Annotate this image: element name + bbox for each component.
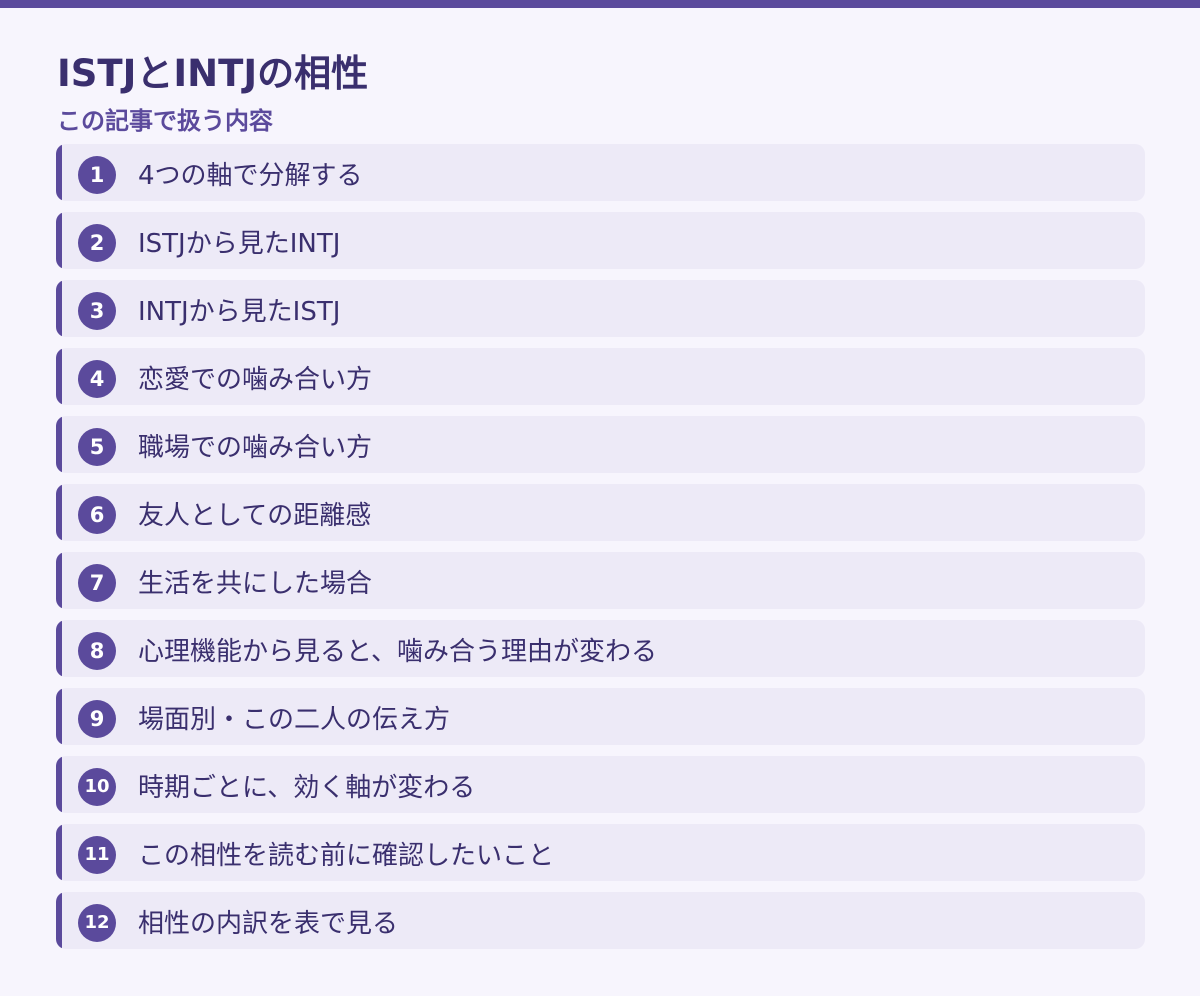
- toc-item-10[interactable]: 10 時期ごとに、効く軸が変わる: [56, 756, 1145, 813]
- toc-item-4[interactable]: 4 恋愛での噛み合い方: [56, 348, 1145, 405]
- toc-item-number: 6: [78, 496, 116, 534]
- toc-item-number: 5: [78, 428, 116, 466]
- toc-item-accent: [56, 416, 62, 473]
- toc-item-3[interactable]: 3 INTJから見たISTJ: [56, 280, 1145, 337]
- toc-item-label: 相性の内訳を表で見る: [138, 909, 399, 939]
- toc-item-number: 4: [78, 360, 116, 398]
- toc-item-accent: [56, 892, 62, 949]
- toc-item-number: 11: [78, 836, 116, 874]
- toc-item-6[interactable]: 6 友人としての距離感: [56, 484, 1145, 541]
- toc-item-label: この相性を読む前に確認したいこと: [138, 841, 555, 871]
- toc-item-label: 職場での噛み合い方: [138, 433, 373, 463]
- toc-item-9[interactable]: 9 場面別・この二人の伝え方: [56, 688, 1145, 745]
- section-subtitle: この記事で扱う内容: [57, 107, 273, 135]
- toc-item-5[interactable]: 5 職場での噛み合い方: [56, 416, 1145, 473]
- page-title: ISTJとINTJの相性: [57, 52, 369, 95]
- toc-item-accent: [56, 824, 62, 881]
- toc-item-label: 恋愛での噛み合い方: [138, 365, 373, 395]
- toc-item-number: 12: [78, 904, 116, 942]
- toc-item-label: ISTJから見たINTJ: [138, 229, 341, 259]
- table-of-contents: 1 4つの軸で分解する 2 ISTJから見たINTJ 3 INTJから見たIST…: [56, 144, 1145, 960]
- toc-item-label: 心理機能から見ると、噛み合う理由が変わる: [138, 637, 657, 667]
- toc-item-accent: [56, 620, 62, 677]
- toc-item-accent: [56, 688, 62, 745]
- toc-item-label: 4つの軸で分解する: [138, 161, 363, 191]
- toc-item-label: INTJから見たISTJ: [138, 297, 341, 327]
- toc-item-number: 1: [78, 156, 116, 194]
- toc-item-7[interactable]: 7 生活を共にした場合: [56, 552, 1145, 609]
- toc-item-label: 時期ごとに、効く軸が変わる: [138, 773, 476, 803]
- toc-item-number: 7: [78, 564, 116, 602]
- toc-item-11[interactable]: 11 この相性を読む前に確認したいこと: [56, 824, 1145, 881]
- toc-item-number: 10: [78, 768, 116, 806]
- toc-item-accent: [56, 484, 62, 541]
- toc-item-label: 場面別・この二人の伝え方: [138, 705, 451, 735]
- toc-item-number: 9: [78, 700, 116, 738]
- toc-item-12[interactable]: 12 相性の内訳を表で見る: [56, 892, 1145, 949]
- toc-item-accent: [56, 144, 62, 201]
- toc-item-label: 友人としての距離感: [138, 501, 372, 531]
- toc-item-accent: [56, 212, 62, 269]
- toc-item-number: 8: [78, 632, 116, 670]
- toc-item-8[interactable]: 8 心理機能から見ると、噛み合う理由が変わる: [56, 620, 1145, 677]
- toc-item-accent: [56, 348, 62, 405]
- toc-item-number: 3: [78, 292, 116, 330]
- toc-item-number: 2: [78, 224, 116, 262]
- toc-item-accent: [56, 552, 62, 609]
- toc-item-accent: [56, 756, 62, 813]
- toc-item-accent: [56, 280, 62, 337]
- toc-item-1[interactable]: 1 4つの軸で分解する: [56, 144, 1145, 201]
- top-accent-bar: [0, 0, 1200, 8]
- toc-item-label: 生活を共にした場合: [138, 569, 373, 599]
- toc-item-2[interactable]: 2 ISTJから見たINTJ: [56, 212, 1145, 269]
